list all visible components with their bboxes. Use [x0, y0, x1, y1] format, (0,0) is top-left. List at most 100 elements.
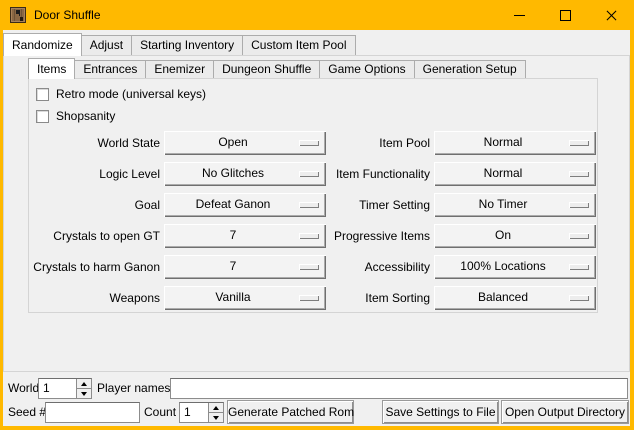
- player-names-input[interactable]: [170, 378, 628, 399]
- arrow-up-icon: [213, 406, 219, 410]
- item-functionality-dropdown[interactable]: Normal: [434, 162, 596, 186]
- spin-buttons: [76, 379, 91, 398]
- tab-adjust[interactable]: Adjust: [81, 35, 132, 55]
- dropdown-indicator-icon: [569, 233, 589, 239]
- logic-level-value: No Glitches: [164, 162, 302, 185]
- retro-mode-row: Retro mode (universal keys): [36, 87, 206, 101]
- world-state-dropdown[interactable]: Open: [164, 131, 326, 155]
- progressive-items-dropdown[interactable]: On: [434, 224, 596, 248]
- dropdown-indicator-icon: [569, 264, 589, 270]
- accessibility-value: 100% Locations: [434, 255, 572, 278]
- item-functionality-value: Normal: [434, 162, 572, 185]
- option-row: Weapons Vanilla Item Sorting Balanced: [3, 286, 630, 310]
- worlds-spinbox[interactable]: 1: [38, 378, 92, 399]
- spin-up-button[interactable]: [77, 379, 91, 389]
- count-spinbox[interactable]: 1: [179, 402, 224, 423]
- goal-label: Goal: [13, 193, 160, 217]
- crystals-ganon-value: 7: [164, 255, 302, 278]
- worlds-value: 1: [39, 379, 76, 398]
- world-state-label: World State: [13, 131, 160, 155]
- tab-custom-item-pool[interactable]: Custom Item Pool: [242, 35, 355, 55]
- maximize-icon: [560, 10, 571, 21]
- tab-randomize[interactable]: Randomize: [3, 33, 82, 56]
- timer-setting-label: Timer Setting: [320, 193, 430, 217]
- option-row: Goal Defeat Ganon Timer Setting No Timer: [3, 193, 630, 217]
- arrow-down-icon: [213, 416, 219, 420]
- shopsanity-row: Shopsanity: [36, 109, 115, 123]
- count-value: 1: [180, 403, 208, 422]
- retro-mode-checkbox[interactable]: [36, 88, 49, 101]
- item-pool-label: Item Pool: [320, 131, 430, 155]
- spin-down-button[interactable]: [77, 389, 91, 398]
- save-settings-button[interactable]: Save Settings to File: [382, 400, 499, 424]
- tab-entrances[interactable]: Entrances: [74, 60, 146, 78]
- crystals-gt-value: 7: [164, 224, 302, 247]
- minimize-button[interactable]: [496, 0, 542, 30]
- crystals-gt-dropdown[interactable]: 7: [164, 224, 326, 248]
- accessibility-dropdown[interactable]: 100% Locations: [434, 255, 596, 279]
- weapons-dropdown[interactable]: Vanilla: [164, 286, 326, 310]
- arrow-down-icon: [81, 392, 87, 396]
- arrow-up-icon: [81, 382, 87, 386]
- crystals-ganon-label: Crystals to harm Ganon: [13, 255, 160, 279]
- goal-value: Defeat Ganon: [164, 193, 302, 216]
- spin-down-button[interactable]: [209, 413, 223, 422]
- crystals-ganon-dropdown[interactable]: 7: [164, 255, 326, 279]
- world-state-value: Open: [164, 131, 302, 154]
- sub-tab-bar: Items Entrances Enemizer Dungeon Shuffle…: [28, 58, 525, 78]
- retro-mode-label: Retro mode (universal keys): [56, 87, 206, 101]
- dropdown-indicator-icon: [299, 264, 319, 270]
- close-icon: [605, 9, 618, 22]
- titlebar: Door Shuffle: [0, 0, 634, 30]
- player-names-label: Player names: [97, 378, 170, 399]
- option-row: Crystals to open GT 7 Progressive Items …: [3, 224, 630, 248]
- item-pool-value: Normal: [434, 131, 572, 154]
- client-area: Randomize Adjust Starting Inventory Cust…: [3, 30, 630, 426]
- tab-generation-setup[interactable]: Generation Setup: [414, 60, 526, 78]
- progressive-items-value: On: [434, 224, 572, 247]
- dropdown-indicator-icon: [569, 295, 589, 301]
- dropdown-indicator-icon: [569, 140, 589, 146]
- shopsanity-checkbox[interactable]: [36, 110, 49, 123]
- item-pool-dropdown[interactable]: Normal: [434, 131, 596, 155]
- window-controls: [496, 0, 634, 30]
- count-label: Count: [144, 402, 176, 423]
- tab-items[interactable]: Items: [28, 58, 75, 79]
- app-window: Door Shuffle Randomize Adjust Starting I…: [0, 0, 634, 430]
- generate-patched-rom-button[interactable]: Generate Patched Rom: [227, 400, 354, 424]
- dropdown-indicator-icon: [569, 202, 589, 208]
- accessibility-label: Accessibility: [320, 255, 430, 279]
- item-functionality-label: Item Functionality: [320, 162, 430, 186]
- dropdown-indicator-icon: [299, 295, 319, 301]
- timer-setting-value: No Timer: [434, 193, 572, 216]
- item-sorting-label: Item Sorting: [320, 286, 430, 310]
- tab-dungeon-shuffle[interactable]: Dungeon Shuffle: [213, 60, 320, 78]
- option-row: Crystals to harm Ganon 7 Accessibility 1…: [3, 255, 630, 279]
- maximize-button[interactable]: [542, 0, 588, 30]
- option-row: World State Open Item Pool Normal: [3, 131, 630, 155]
- logic-level-label: Logic Level: [13, 162, 160, 186]
- seed-label: Seed #: [8, 402, 46, 423]
- goal-dropdown[interactable]: Defeat Ganon: [164, 193, 326, 217]
- dropdown-indicator-icon: [569, 171, 589, 177]
- tab-starting-inventory[interactable]: Starting Inventory: [131, 35, 243, 55]
- logic-level-dropdown[interactable]: No Glitches: [164, 162, 326, 186]
- spin-buttons: [208, 403, 223, 422]
- dropdown-indicator-icon: [299, 171, 319, 177]
- seed-input[interactable]: [45, 402, 140, 423]
- open-output-directory-button[interactable]: Open Output Directory: [501, 400, 629, 424]
- window-title: Door Shuffle: [34, 8, 101, 22]
- dropdown-indicator-icon: [299, 233, 319, 239]
- shopsanity-label: Shopsanity: [56, 109, 115, 123]
- close-button[interactable]: [588, 0, 634, 30]
- timer-setting-dropdown[interactable]: No Timer: [434, 193, 596, 217]
- door-icon: [10, 7, 26, 23]
- weapons-label: Weapons: [13, 286, 160, 310]
- item-sorting-value: Balanced: [434, 286, 572, 309]
- option-row: Logic Level No Glitches Item Functionali…: [3, 162, 630, 186]
- tab-game-options[interactable]: Game Options: [319, 60, 414, 78]
- tab-enemizer[interactable]: Enemizer: [145, 60, 214, 78]
- item-sorting-dropdown[interactable]: Balanced: [434, 286, 596, 310]
- spin-up-button[interactable]: [209, 403, 223, 413]
- minimize-icon: [514, 15, 525, 16]
